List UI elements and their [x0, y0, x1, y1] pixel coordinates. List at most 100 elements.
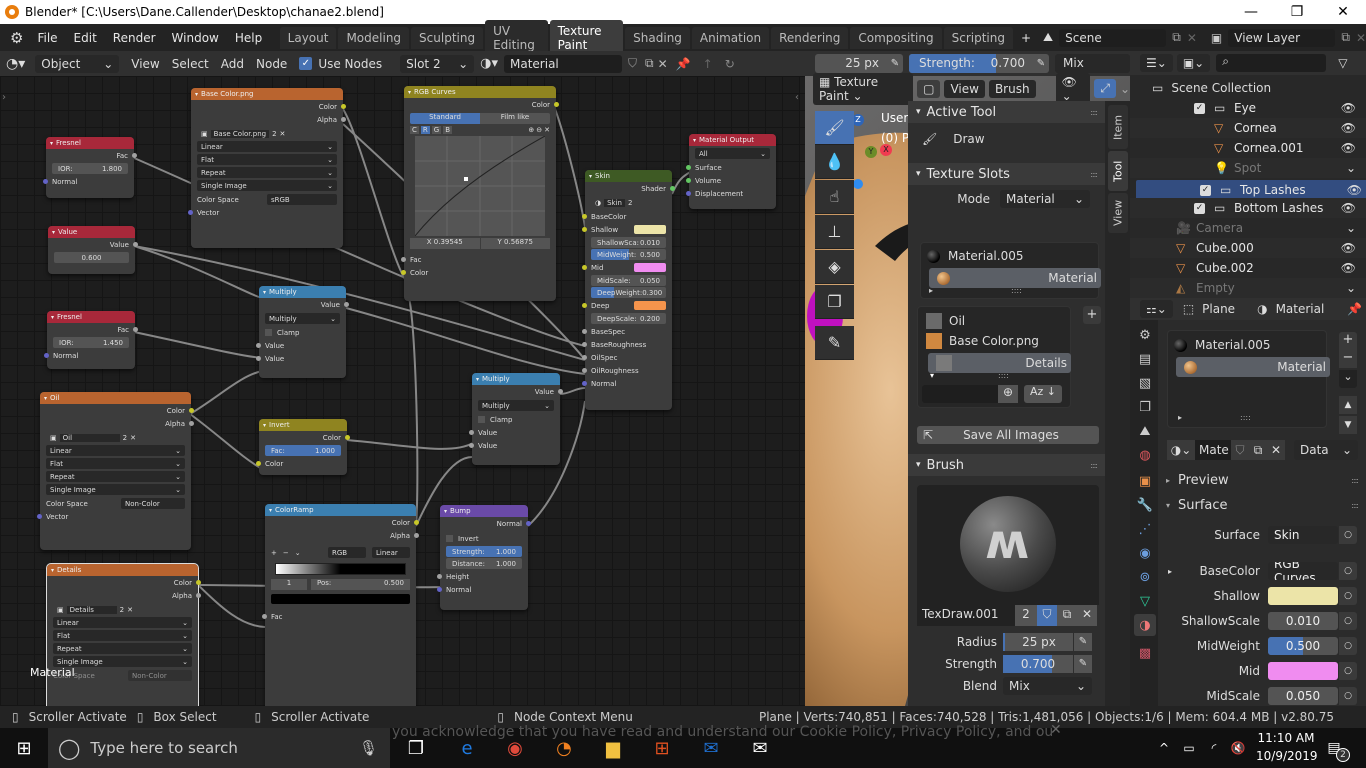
channel-c[interactable]: C: [410, 126, 419, 134]
color-space-dropdown[interactable]: Non-Color: [128, 670, 192, 681]
property-value-midscale[interactable]: 0.050: [1268, 687, 1338, 705]
duplicate-material-icon[interactable]: ⧉: [1249, 440, 1267, 460]
outliner-item[interactable]: ✓ ▭ Top Lashes 👁: [1136, 180, 1366, 200]
socket[interactable]: [582, 381, 587, 386]
expand-icon[interactable]: ▸: [1168, 567, 1172, 576]
outliner-item[interactable]: ▽ Cube.002 👁: [1130, 258, 1366, 278]
eye-icon[interactable]: 👁: [1341, 201, 1356, 215]
material-properties-tab[interactable]: ◑: [1134, 614, 1156, 636]
tab-compositing[interactable]: Compositing: [850, 26, 942, 49]
display-mode-icon[interactable]: ☰⌄: [1140, 54, 1173, 72]
texture-slot-list[interactable]: Oil Base Color.png Details ▾ :::: ⊕ Az ↓: [917, 306, 1071, 408]
node-skin-header[interactable]: Skin: [585, 170, 672, 182]
menu-select[interactable]: Select: [166, 57, 215, 71]
exclude-checkbox[interactable]: ✓: [1194, 102, 1205, 114]
menu-file[interactable]: File: [29, 31, 65, 45]
socket[interactable]: [582, 368, 587, 373]
view-layer-selector[interactable]: View Layer: [1228, 28, 1336, 47]
socket[interactable]: [582, 227, 587, 232]
extension-dropdown[interactable]: Repeat ⌄: [197, 167, 337, 178]
node-colorramp[interactable]: ColorRamp Color Alpha +−⌄ RGB Linear 1 P…: [262, 504, 419, 706]
gizmo-y-axis[interactable]: Y: [865, 146, 877, 158]
socket[interactable]: [188, 210, 193, 215]
add-material-slot-button[interactable]: +: [1339, 332, 1357, 350]
outliner-item[interactable]: ◭ Empty ⌄: [1130, 278, 1366, 298]
tab-layout[interactable]: Layout: [279, 26, 337, 49]
data-properties-tab[interactable]: ▽: [1134, 590, 1156, 612]
active-tool-panel-header[interactable]: Active Tool::::: [908, 101, 1105, 123]
socket[interactable]: [670, 186, 675, 191]
color-space-dropdown[interactable]: Non-Color: [121, 498, 185, 509]
operation-dropdown[interactable]: Multiply ⌄: [265, 313, 340, 324]
node-details-header[interactable]: Details: [47, 564, 198, 576]
exclude-checkbox[interactable]: ✓: [1194, 202, 1205, 214]
skin-field-midscale[interactable]: MidScale: 0.050: [591, 275, 666, 286]
socket[interactable]: [132, 153, 137, 158]
skin-field-shallowsca[interactable]: ShallowSca: 0.010: [591, 237, 666, 248]
add-stop-icon[interactable]: +: [271, 549, 277, 557]
tab-animation[interactable]: Animation: [691, 26, 770, 49]
curve-graph[interactable]: [415, 136, 545, 236]
outlook-icon[interactable]: ✉: [699, 736, 723, 760]
maximize-button[interactable]: ❐: [1274, 0, 1320, 24]
outliner-item[interactable]: ▽ Cornea.001 👁: [1130, 138, 1366, 158]
outliner-item[interactable]: ▽ Cornea 👁: [1130, 118, 1366, 138]
ramp-interp-dropdown[interactable]: Linear: [372, 547, 410, 558]
menu-window[interactable]: Window: [164, 31, 227, 45]
outliner-search-input[interactable]: ⌕: [1216, 54, 1327, 72]
modifier-properties-tab[interactable]: 🔧: [1134, 494, 1156, 516]
wifi-icon[interactable]: ◜: [1202, 736, 1226, 760]
socket[interactable]: [344, 302, 349, 307]
outliner-item[interactable]: ▽ Cube.000 👁: [1130, 238, 1366, 258]
strength-pressure-icon[interactable]: ✎: [1033, 54, 1049, 73]
filter-search-input[interactable]: [922, 385, 998, 403]
overlay-visibility-icon[interactable]: 👁⌄: [1055, 72, 1091, 105]
object-mode-dropdown[interactable]: Object ⌄: [35, 54, 120, 73]
sort-alpha-icon[interactable]: Az ↓: [1024, 385, 1062, 403]
socket[interactable]: [256, 356, 261, 361]
source-dropdown[interactable]: Single Image ⌄: [197, 180, 337, 191]
move-slot-down-button[interactable]: ▼: [1339, 416, 1357, 434]
color-swatch[interactable]: [634, 301, 666, 310]
tab-tool[interactable]: Tool: [1108, 151, 1128, 191]
texture-properties-tab[interactable]: ▩: [1134, 642, 1156, 664]
taskbar-search-box[interactable]: ◯ Type here to search 🎙: [48, 728, 390, 768]
socket[interactable]: [256, 461, 261, 466]
microphone-icon[interactable]: 🎙: [359, 739, 378, 757]
stop-position-field[interactable]: Pos: 0.500: [311, 579, 410, 590]
node-value[interactable]: Value Value 0.600: [48, 226, 138, 274]
task-view-icon[interactable]: ❐: [404, 736, 428, 760]
invert-fac-field[interactable]: Fac: 1.000: [265, 445, 341, 456]
fake-user-icon[interactable]: ⛉: [622, 56, 643, 71]
channel-b[interactable]: B: [443, 126, 453, 134]
texture-slot-item[interactable]: Oil: [922, 311, 1065, 331]
outliner-item[interactable]: ✓ ▭ Bottom Lashes 👁: [1130, 198, 1366, 218]
projection-dropdown[interactable]: Flat ⌄: [53, 630, 192, 641]
render-properties-tab[interactable]: ▤: [1134, 348, 1156, 370]
socket[interactable]: [414, 533, 419, 538]
socket[interactable]: [437, 574, 442, 579]
brush-panel-header[interactable]: Brush::::: [908, 454, 1105, 476]
tool-draw[interactable]: 🖌: [815, 111, 854, 145]
filter-view-icon[interactable]: ▣⌄: [1176, 54, 1211, 72]
property-value-shallowscale[interactable]: 0.010: [1268, 612, 1338, 630]
brush-blend-dropdown[interactable]: Mix ⌄: [1003, 677, 1092, 695]
node-material-output[interactable]: Material Output All⌄ Surface Volume Disp…: [686, 134, 776, 209]
link-socket-icon[interactable]: ○: [1339, 526, 1357, 544]
blender-menu-icon[interactable]: ⚙: [10, 29, 23, 47]
tool-annotate[interactable]: ✎: [815, 326, 854, 360]
material-slot-list[interactable]: Material.005 Material ▸ ::::: [920, 242, 1101, 299]
menu-help[interactable]: Help: [227, 31, 270, 45]
surface-section-header[interactable]: ▾ Surface::::: [1166, 495, 1366, 515]
stop-index-field[interactable]: 1: [271, 579, 307, 590]
filter-toggle-icon[interactable]: ▾: [930, 371, 934, 380]
socket[interactable]: [582, 329, 587, 334]
blend-dropdown[interactable]: Mix: [1055, 54, 1130, 73]
zoom-in-icon[interactable]: ⊕: [528, 126, 534, 134]
node-details-image[interactable]: Details Color Alpha ▣Details2✕ Linear⌄ F…: [46, 563, 201, 706]
radius-pressure-icon[interactable]: ✎: [1074, 633, 1092, 651]
particles-properties-tab[interactable]: ⋰: [1134, 518, 1156, 540]
socket[interactable]: [341, 104, 346, 109]
move-slot-up-button[interactable]: ▲: [1339, 396, 1357, 414]
material-slot-item-active[interactable]: Material: [1176, 357, 1330, 377]
